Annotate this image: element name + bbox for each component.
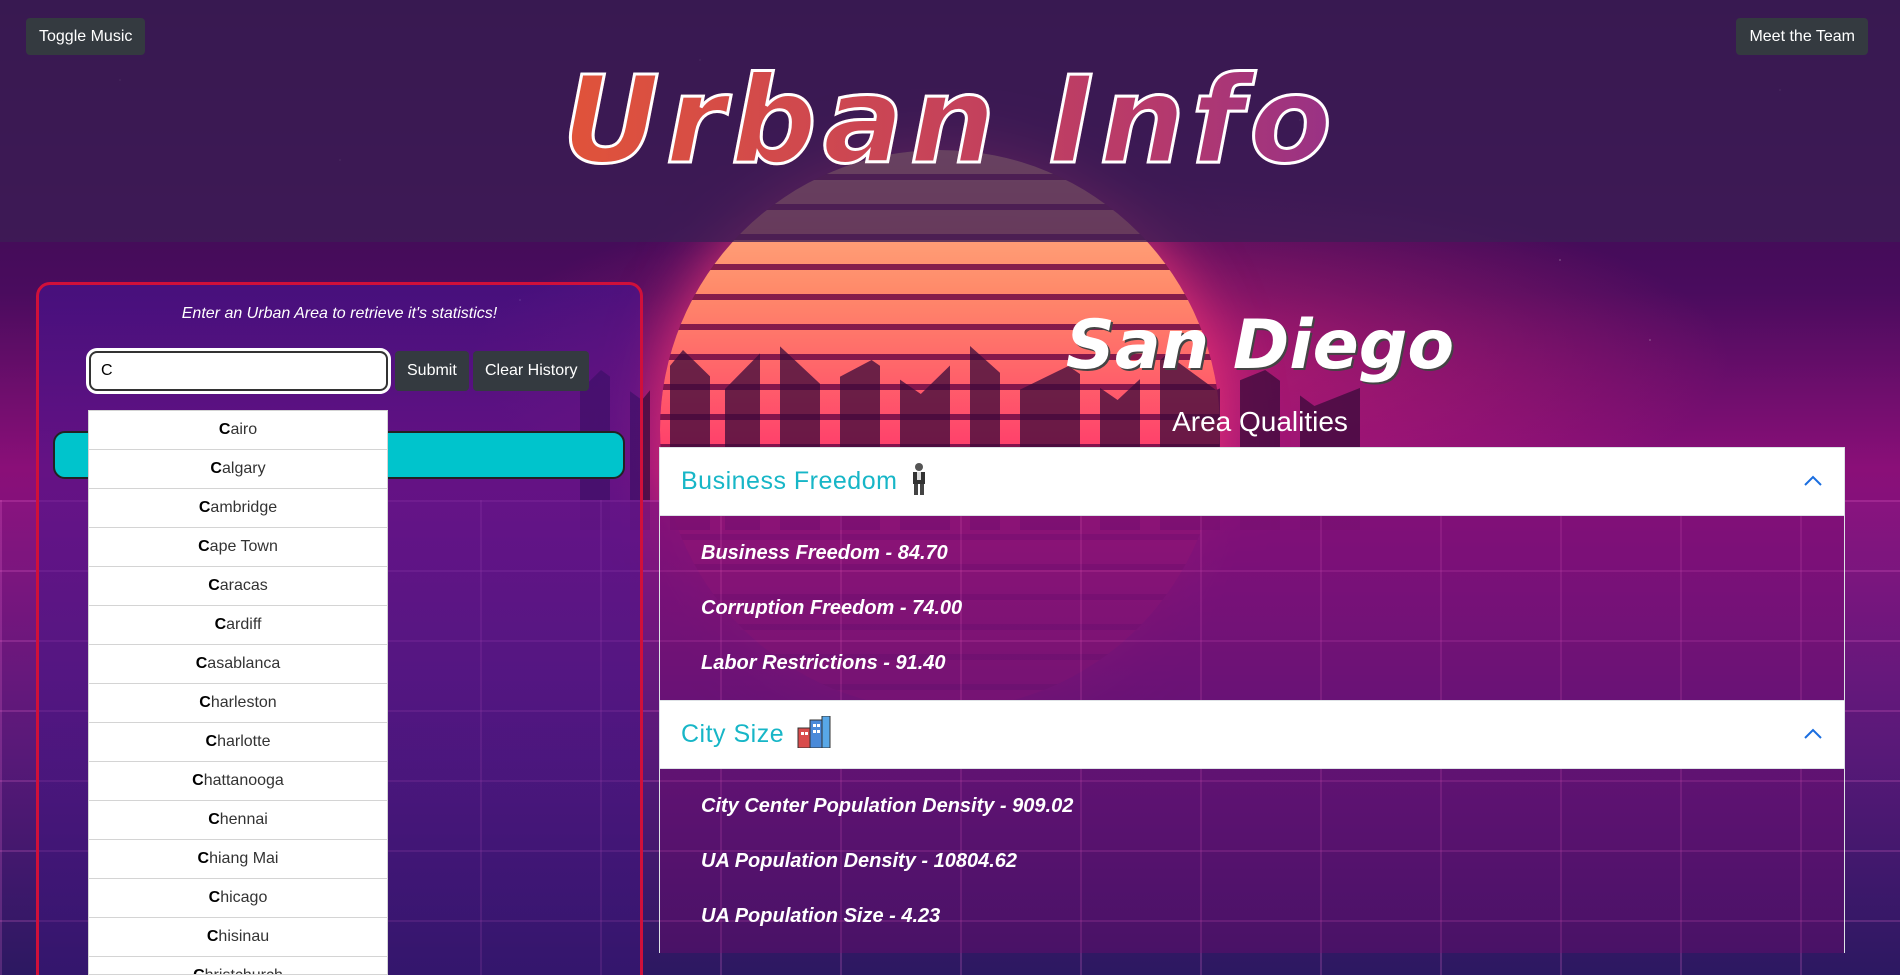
autocomplete-rest: algary [221, 460, 266, 477]
autocomplete-rest: aracas [219, 577, 268, 594]
autocomplete-rest: airo [230, 421, 258, 438]
accordion-title: City Size [681, 720, 785, 748]
autocomplete-item[interactable]: Chennai [89, 801, 387, 840]
city-name: San Diego [1065, 306, 1455, 385]
search-prompt: Enter an Urban Area to retrieve it's sta… [181, 305, 498, 322]
clear-history-button[interactable]: Clear History [473, 351, 590, 391]
autocomplete-match: C [195, 655, 208, 672]
stat-item: Corruption Freedom - 74.00 [701, 597, 963, 619]
autocomplete-item[interactable]: Chicago [89, 879, 387, 918]
autocomplete-rest: ambridge [210, 499, 278, 516]
accordion-title: Business Freedom [681, 467, 898, 495]
accordion-item-business-freedom: Business Freedom Business Freedom - 84.7… [659, 447, 1845, 700]
chevron-up-icon[interactable] [1802, 470, 1824, 492]
autocomplete-match: C [193, 967, 205, 974]
autocomplete-match: C [199, 694, 211, 711]
autocomplete-rest: hisinau [218, 928, 270, 945]
accordion-item-city-size: City Size City Center Population Density… [659, 700, 1845, 953]
qualities-accordion: Business Freedom Business Freedom - 84.7… [659, 447, 1845, 953]
autocomplete-rest: ardiff [226, 616, 262, 633]
autocomplete-match: C [210, 460, 222, 477]
autocomplete-match: C [198, 499, 211, 516]
autocomplete-match: C [205, 733, 218, 750]
autocomplete-item[interactable]: Chiang Mai [89, 840, 387, 879]
autocomplete-match: C [206, 928, 219, 945]
autocomplete-rest: hennai [219, 811, 268, 828]
accordion-header-business-freedom[interactable]: Business Freedom [659, 447, 1845, 516]
autocomplete-match: C [208, 811, 220, 828]
businessman-icon [909, 462, 929, 501]
autocomplete-match: C [198, 538, 210, 555]
autocomplete-item[interactable]: Cape Town [89, 528, 387, 567]
chevron-up-icon[interactable] [1802, 723, 1824, 745]
autocomplete-match: C [208, 577, 220, 594]
autocomplete-list: Cairo Calgary Cambridge Cape Town Caracas Car… [88, 410, 388, 975]
autocomplete-rest: harlotte [217, 733, 271, 750]
autocomplete-item[interactable]: Charleston [89, 684, 387, 723]
autocomplete-rest: harleston [210, 694, 277, 711]
accordion-body-city-size: City Center Population Density - 909.02 … [659, 769, 1845, 953]
stat-item: City Center Population Density - 909.02 [701, 795, 1074, 817]
autocomplete-item[interactable]: Calgary [89, 450, 387, 489]
accordion-header-city-size[interactable]: City Size [659, 700, 1845, 769]
toggle-music-button[interactable]: Toggle Music [26, 18, 146, 55]
stat-item: UA Population Density - 10804.62 [701, 850, 1018, 872]
header: Urban Info Toggle Music Meet the Team [0, 0, 1900, 242]
autocomplete-match: C [214, 616, 227, 633]
autocomplete-match: C [197, 850, 210, 867]
autocomplete-item[interactable]: Christchurch [89, 957, 387, 974]
autocomplete-item[interactable]: Caracas [89, 567, 387, 606]
stat-item: Labor Restrictions - 91.40 [701, 652, 946, 674]
city-buildings-icon [796, 715, 832, 753]
search-input[interactable] [89, 351, 388, 391]
autocomplete-rest: hiang Mai [209, 850, 279, 867]
meet-the-team-button[interactable]: Meet the Team [1736, 18, 1868, 55]
autocomplete-rest: ape Town [209, 538, 278, 555]
section-heading: Area Qualities [1172, 406, 1348, 437]
autocomplete-match: C [208, 889, 221, 906]
autocomplete-match: C [218, 421, 231, 438]
autocomplete-item[interactable]: Cairo [89, 411, 387, 450]
autocomplete-match: C [192, 772, 204, 789]
autocomplete-item[interactable]: Casablanca [89, 645, 387, 684]
autocomplete-item[interactable]: Charlotte [89, 723, 387, 762]
autocomplete-rest: hicago [220, 889, 268, 906]
app-title: Urban Info [0, 51, 1900, 193]
submit-button[interactable]: Submit [395, 351, 469, 391]
autocomplete-item[interactable]: Chisinau [89, 918, 387, 957]
stat-item: Business Freedom - 84.70 [701, 542, 948, 564]
autocomplete-rest: hristchurch [205, 967, 283, 974]
autocomplete-rest: hattanooga [203, 772, 284, 789]
autocomplete-item[interactable]: Chattanooga [89, 762, 387, 801]
accordion-body-business-freedom: Business Freedom - 84.70 Corruption Free… [659, 516, 1845, 700]
autocomplete-item[interactable]: Cambridge [89, 489, 387, 528]
stat-item: UA Population Size - 4.23 [701, 905, 941, 927]
autocomplete-rest: asablanca [207, 655, 281, 672]
autocomplete-item[interactable]: Cardiff [89, 606, 387, 645]
